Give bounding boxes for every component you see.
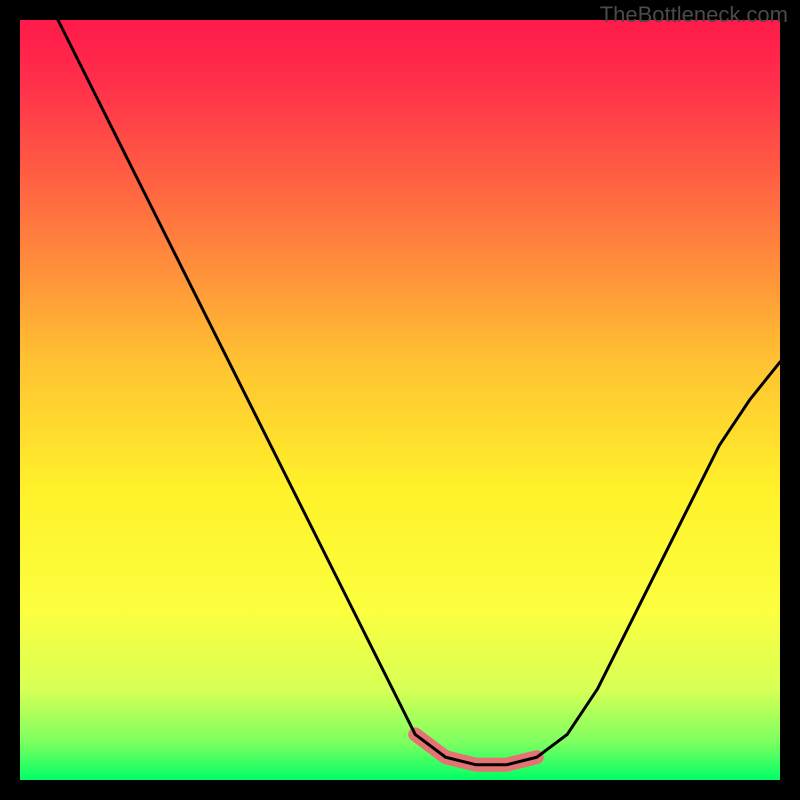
- watermark-text: TheBottleneck.com: [600, 2, 788, 28]
- bottleneck-chart: [20, 20, 780, 780]
- chart-background: [20, 20, 780, 780]
- chart-container: [20, 20, 780, 780]
